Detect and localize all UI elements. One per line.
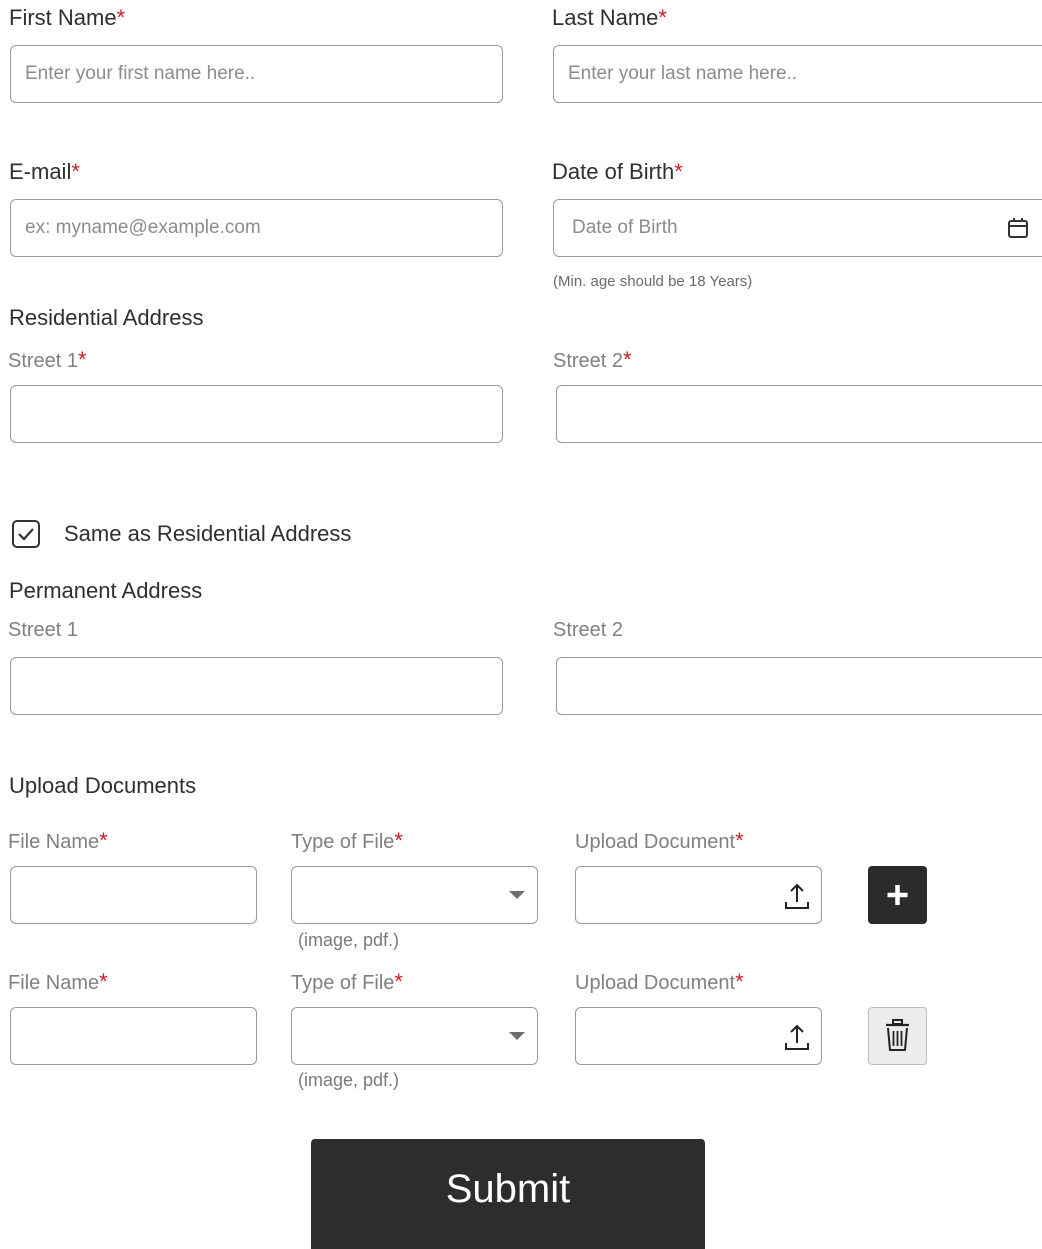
required-marker: * bbox=[735, 969, 744, 994]
residential-street2-label: Street 2* bbox=[553, 347, 632, 372]
required-marker: * bbox=[99, 828, 108, 853]
chevron-down-icon bbox=[509, 891, 525, 899]
same-as-checkbox[interactable] bbox=[12, 520, 40, 548]
upload-icon[interactable] bbox=[781, 1021, 813, 1053]
upload-documents-title: Upload Documents bbox=[9, 773, 197, 798]
dob-input[interactable] bbox=[553, 199, 1042, 257]
file-type-hint: (image, pdf.) bbox=[298, 930, 400, 950]
upload-document-label: Upload Document* bbox=[575, 828, 744, 853]
required-marker: * bbox=[116, 5, 126, 30]
file-type-hint: (image, pdf.) bbox=[298, 1070, 400, 1090]
required-marker: * bbox=[735, 828, 744, 853]
upload-document-label: Upload Document* bbox=[575, 969, 744, 994]
residential-street1-label: Street 1* bbox=[8, 347, 87, 372]
check-icon bbox=[18, 528, 34, 541]
dob-hint: (Min. age should be 18 Years) bbox=[553, 273, 753, 290]
upload-icon[interactable] bbox=[781, 880, 813, 912]
permanent-street1-label: Street 1 bbox=[8, 619, 79, 641]
calendar-icon[interactable] bbox=[1006, 216, 1030, 240]
file-name-input[interactable] bbox=[10, 1007, 257, 1065]
dob-label: Date of Birth* bbox=[552, 159, 683, 184]
required-marker: * bbox=[78, 347, 87, 372]
required-marker: * bbox=[674, 159, 683, 184]
add-document-button[interactable] bbox=[868, 866, 927, 924]
chevron-down-icon bbox=[509, 1032, 525, 1040]
file-name-label: File Name* bbox=[8, 828, 108, 853]
delete-document-button[interactable] bbox=[868, 1007, 927, 1065]
permanent-street2-input[interactable] bbox=[556, 657, 1042, 715]
permanent-street2-label: Street 2 bbox=[553, 619, 624, 641]
required-marker: * bbox=[71, 159, 80, 184]
file-name-input[interactable] bbox=[10, 866, 257, 924]
first-name-input[interactable] bbox=[10, 45, 503, 103]
email-label: E-mail* bbox=[9, 159, 80, 184]
plus-icon bbox=[887, 885, 908, 905]
permanent-street1-input[interactable] bbox=[10, 657, 503, 715]
file-name-label: File Name* bbox=[8, 969, 108, 994]
last-name-input[interactable] bbox=[553, 45, 1042, 103]
upload-document-field[interactable] bbox=[575, 866, 822, 924]
required-marker: * bbox=[658, 5, 667, 30]
required-marker: * bbox=[623, 347, 632, 372]
submit-button[interactable]: Submit bbox=[311, 1139, 705, 1249]
first-name-label: First Name* bbox=[9, 5, 126, 30]
file-type-select[interactable] bbox=[291, 1007, 538, 1065]
email-input[interactable] bbox=[10, 199, 503, 257]
required-marker: * bbox=[394, 969, 403, 994]
file-type-label: Type of File* bbox=[291, 969, 403, 994]
file-type-label: Type of File* bbox=[291, 828, 403, 853]
permanent-address-title: Permanent Address bbox=[9, 578, 203, 603]
residential-address-title: Residential Address bbox=[9, 305, 204, 330]
same-as-label[interactable]: Same as Residential Address bbox=[64, 521, 351, 547]
file-type-select[interactable] bbox=[291, 866, 538, 924]
trash-icon bbox=[886, 1019, 909, 1051]
required-marker: * bbox=[99, 969, 108, 994]
last-name-label: Last Name* bbox=[552, 5, 667, 30]
residential-street2-input[interactable] bbox=[556, 385, 1042, 443]
required-marker: * bbox=[394, 828, 403, 853]
upload-document-field[interactable] bbox=[575, 1007, 822, 1065]
residential-street1-input[interactable] bbox=[10, 385, 503, 443]
